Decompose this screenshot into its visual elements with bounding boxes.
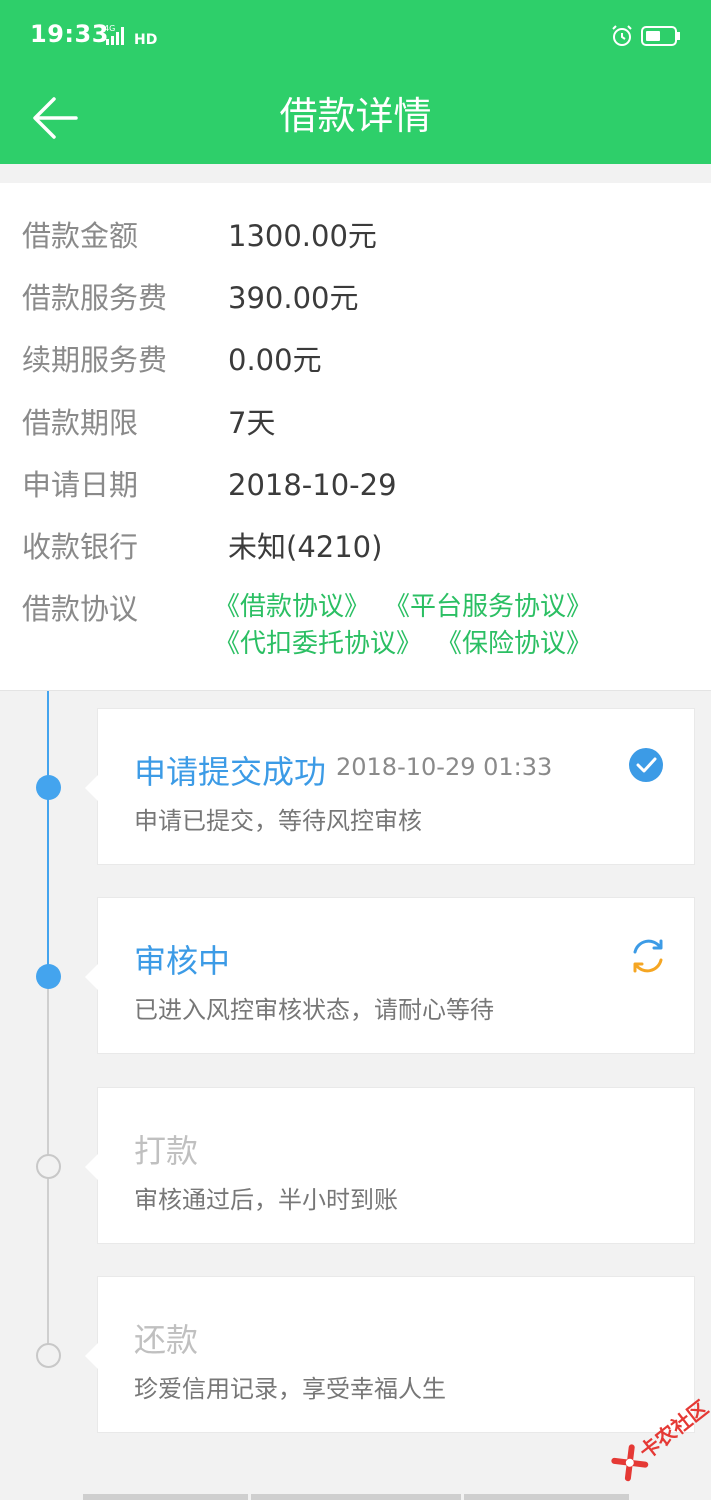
timeline-dot-pending [36,1343,61,1368]
loan-details-panel: 借款金额 1300.00元 借款服务费 390.00元 续期服务费 0.00元 … [0,183,711,691]
timeline-desc: 申请已提交，等待风控审核 [134,807,422,835]
detail-value: 0.00元 [228,343,322,377]
detail-value: 未知(4210) [228,530,383,564]
hd-icon: HD [134,32,157,46]
detail-label: 借款期限 [22,406,139,440]
timeline-card-repay: 还款 珍爱信用记录，享受幸福人生 [85,1276,695,1433]
check-circle-icon [628,747,664,783]
detail-value: 1300.00元 [228,219,377,253]
detail-label: 借款服务费 [22,281,168,315]
timeline-desc: 珍爱信用记录，享受幸福人生 [134,1375,446,1403]
refresh-icon [628,936,664,973]
timeline-line-done [47,691,49,976]
app-bar: 借款详情 [0,72,711,164]
detail-value: 7天 [228,406,276,440]
timeline-card-submitted: 申请提交成功 2018-10-29 01:33 申请已提交，等待风控审核 [85,708,695,865]
link-loan-agreement[interactable]: 《借款协议》 [214,590,370,624]
timeline-dot-done [36,775,61,800]
battery-icon [641,26,681,50]
alarm-icon [610,24,634,52]
timeline-title: 打款 [134,1132,199,1170]
link-platform-service-agreement[interactable]: 《平台服务协议》 [384,590,592,624]
timeline-dot-pending [36,1154,61,1179]
detail-label: 申请日期 [22,468,139,502]
detail-value: 2018-10-29 [228,468,397,502]
page-title: 借款详情 [279,94,432,138]
timeline-card-disburse: 打款 审核通过后，半小时到账 [85,1087,695,1244]
timeline-title: 审核中 [134,942,231,980]
link-insurance-agreement[interactable]: 《保险协议》 [436,627,592,661]
detail-label: 借款金额 [22,219,139,253]
detail-label: 收款银行 [22,530,139,564]
detail-label: 借款协议 [22,592,139,626]
timeline-card-reviewing: 审核中 已进入风控审核状态，请耐心等待 [85,897,695,1054]
detail-label: 续期服务费 [22,343,168,377]
bottom-bar-segment [464,1494,629,1500]
bottom-bar-segment [83,1494,248,1500]
timeline-dot-active [36,964,61,989]
detail-value: 390.00元 [228,281,359,315]
timeline-desc: 审核通过后，半小时到账 [134,1186,398,1214]
status-time: 19:33 [30,20,109,48]
link-withholding-agreement[interactable]: 《代扣委托协议》 [214,627,422,661]
status-bar: 19:33 4G HD [0,0,711,72]
bottom-bar-segment [251,1494,461,1500]
timeline-title: 申请提交成功 [134,753,327,791]
signal-icon: 4G HD [104,24,158,50]
timeline-title: 还款 [134,1321,199,1359]
timeline-desc: 已进入风控审核状态，请耐心等待 [134,996,494,1024]
svg-text:4G: 4G [104,24,115,33]
timeline-time: 2018-10-29 01:33 [336,753,553,781]
